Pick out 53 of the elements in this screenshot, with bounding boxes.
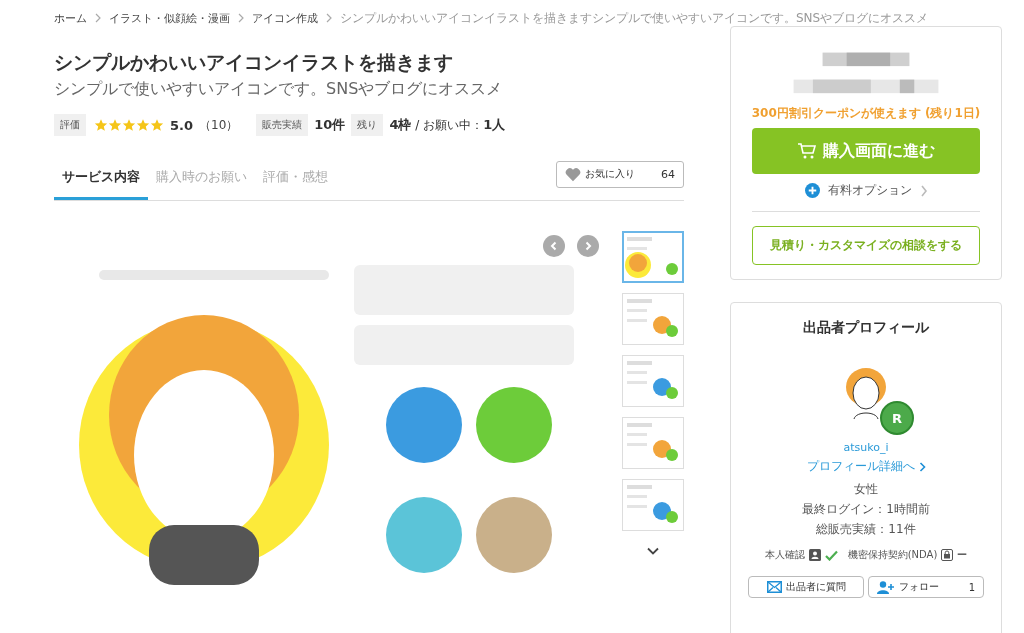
chevron-right-icon	[918, 461, 926, 472]
favorite-button[interactable]: お気に入り 64	[556, 160, 684, 188]
star-icon	[94, 118, 108, 132]
total-sales-text: 総販売実績：11件	[816, 521, 916, 538]
last-login-text: 最終ログイン：1時間前	[802, 501, 930, 518]
star-icon	[136, 118, 150, 132]
plus-icon	[804, 183, 820, 199]
label-tag: 販売実績	[256, 114, 309, 136]
identity-label: 本人確認	[764, 548, 805, 562]
id-card-icon	[808, 549, 821, 561]
thumbnail[interactable]	[622, 231, 684, 283]
heart-icon	[565, 166, 581, 182]
sales-count: 10件	[314, 116, 346, 134]
thumbnail[interactable]	[622, 293, 684, 345]
ask-seller-button[interactable]: 出品者に質問	[748, 576, 864, 598]
thumbnail[interactable]	[622, 355, 684, 407]
chevron-right-icon	[919, 184, 928, 197]
breadcrumb-link[interactable]: イラスト・似顔絵・漫画	[109, 10, 230, 26]
rating-score: 5.0	[170, 117, 194, 133]
nda-status: ー	[957, 548, 968, 562]
cart-icon	[797, 142, 817, 161]
star-icon	[150, 118, 164, 132]
tab[interactable]: サービス内容	[54, 156, 148, 200]
service-title: シンプルかわいいアイコンイラストを描きます	[54, 50, 454, 74]
paid-options-link[interactable]: 有料オプション	[804, 182, 928, 200]
chevron-icon	[325, 13, 333, 23]
star-icon	[108, 118, 122, 132]
chevron-icon	[94, 13, 102, 23]
coupon-notice: 300円割引クーポンが使えます (残り1日)	[751, 104, 981, 122]
avatar	[844, 367, 888, 419]
mail-icon	[766, 581, 782, 593]
chevron-down-icon	[647, 547, 659, 555]
follow-button[interactable]: フォロー 1	[868, 576, 984, 598]
star-icon	[122, 118, 136, 132]
thumbnail[interactable]	[622, 417, 684, 469]
chevron-icon	[237, 13, 245, 23]
gender-text: 女性	[854, 481, 878, 498]
breadcrumb-current: シンプルかわいいアイコンイラストを描きますシンプルで使いやすいアイコンです。SNSやブログにオススメ	[340, 9, 929, 27]
chevron-left-icon	[549, 241, 559, 251]
review-count: （10）	[199, 116, 239, 134]
profile-heading: 出品者プロフィール	[803, 319, 929, 337]
breadcrumb-link[interactable]: ホーム	[54, 10, 87, 26]
rank-badge: R	[880, 401, 914, 435]
breadcrumb-link[interactable]: アイコン作成	[252, 10, 318, 26]
nda-label: 機密保持契約(NDA)	[847, 548, 938, 562]
lock-icon	[941, 549, 954, 561]
chevron-right-icon	[583, 241, 593, 251]
label-tag: 評価	[54, 114, 86, 136]
service-subtitle: シンプルで使いやすいアイコンです。SNSやブログにオススメ	[54, 78, 504, 100]
remaining-slots: 4枠 / お願い中：1人	[389, 116, 506, 134]
add-user-icon	[877, 580, 895, 594]
thumbnail[interactable]	[622, 479, 684, 531]
label-tag: 残り	[351, 114, 384, 136]
